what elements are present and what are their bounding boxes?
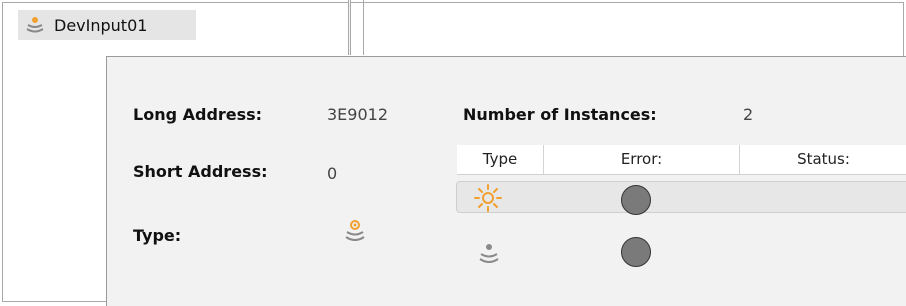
device-details-panel: Long Address: 3E9012 Number of Instances… [106, 56, 906, 306]
instances-label: Number of Instances: [463, 105, 657, 124]
short-address-value: 0 [327, 164, 338, 183]
instances-value: 2 [743, 105, 754, 124]
column-header-type[interactable]: Type [457, 145, 543, 175]
sensor-icon [343, 219, 367, 245]
long-address-value: 3E9012 [327, 105, 389, 124]
error-indicator [621, 185, 651, 215]
light-sensor-icon [473, 183, 503, 213]
instance-row-selected[interactable] [456, 181, 906, 213]
tree-item-label: DevInput01 [54, 15, 148, 35]
long-address-label: Long Address: [133, 105, 263, 124]
pane-splitter[interactable] [348, 0, 351, 55]
column-header-status[interactable]: Status: [740, 145, 906, 175]
sensor-icon [24, 14, 46, 36]
column-header-error[interactable]: Error: [544, 145, 739, 175]
tree-item-devinput01[interactable]: DevInput01 [18, 10, 196, 40]
error-indicator [621, 237, 651, 267]
type-label: Type: [133, 226, 182, 245]
short-address-label: Short Address: [133, 162, 268, 181]
pane-divider [363, 0, 364, 55]
instances-table-header: Type Error: Status: [457, 145, 906, 175]
sensor-icon [477, 241, 501, 267]
